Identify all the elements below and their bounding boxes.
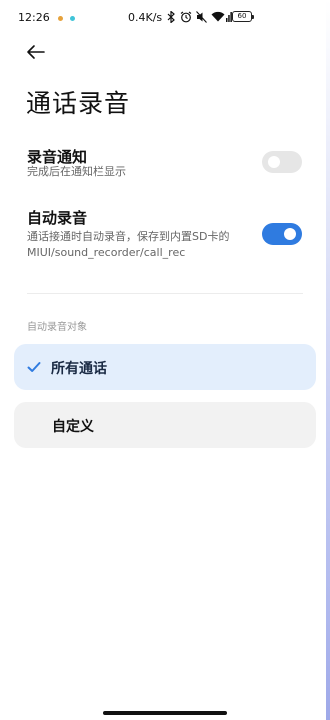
wifi-icon: [211, 11, 225, 22]
auto-record-title: 自动录音: [27, 209, 88, 227]
option-label: 所有通话: [51, 361, 107, 377]
mute-icon: [196, 11, 207, 23]
network-speed: 0.4K/s: [128, 11, 163, 24]
call-recording-screen: 12:26 0.4K/s 60 通话录音 录音通知 完成后在通知栏显示 自动录音…: [0, 0, 330, 720]
notification-dot-icon: [58, 16, 63, 21]
option-label: 自定义: [52, 419, 94, 435]
page-title: 通话录音: [26, 89, 131, 118]
option-all-calls[interactable]: 所有通话: [14, 344, 316, 390]
edge-gradient: [326, 0, 330, 720]
bluetooth-icon: [167, 11, 175, 23]
alarm-icon: [180, 11, 192, 23]
checkmark-icon: [27, 362, 41, 372]
toggle-knob: [284, 228, 296, 240]
status-bar: 12:26 0.4K/s 60: [0, 0, 330, 34]
section-label: 自动录音对象: [27, 322, 87, 333]
battery-icon: 60: [232, 11, 254, 22]
notify-toggle[interactable]: [262, 151, 302, 173]
divider: [27, 293, 303, 294]
notification-dot-icon: [70, 16, 75, 21]
notify-setting-subtitle: 完成后在通知栏显示: [27, 165, 126, 178]
auto-record-subtitle-line2: MIUI/sound_recorder/call_rec: [27, 246, 186, 259]
toggle-knob: [268, 156, 280, 168]
auto-record-subtitle-line1: 通话接通时自动录音，保存到内置SD卡的: [27, 230, 230, 243]
auto-record-toggle[interactable]: [262, 223, 302, 245]
status-time: 12:26: [18, 11, 50, 24]
home-indicator[interactable]: [103, 711, 227, 715]
back-arrow-icon[interactable]: [24, 40, 48, 64]
option-custom[interactable]: 自定义: [14, 402, 316, 448]
